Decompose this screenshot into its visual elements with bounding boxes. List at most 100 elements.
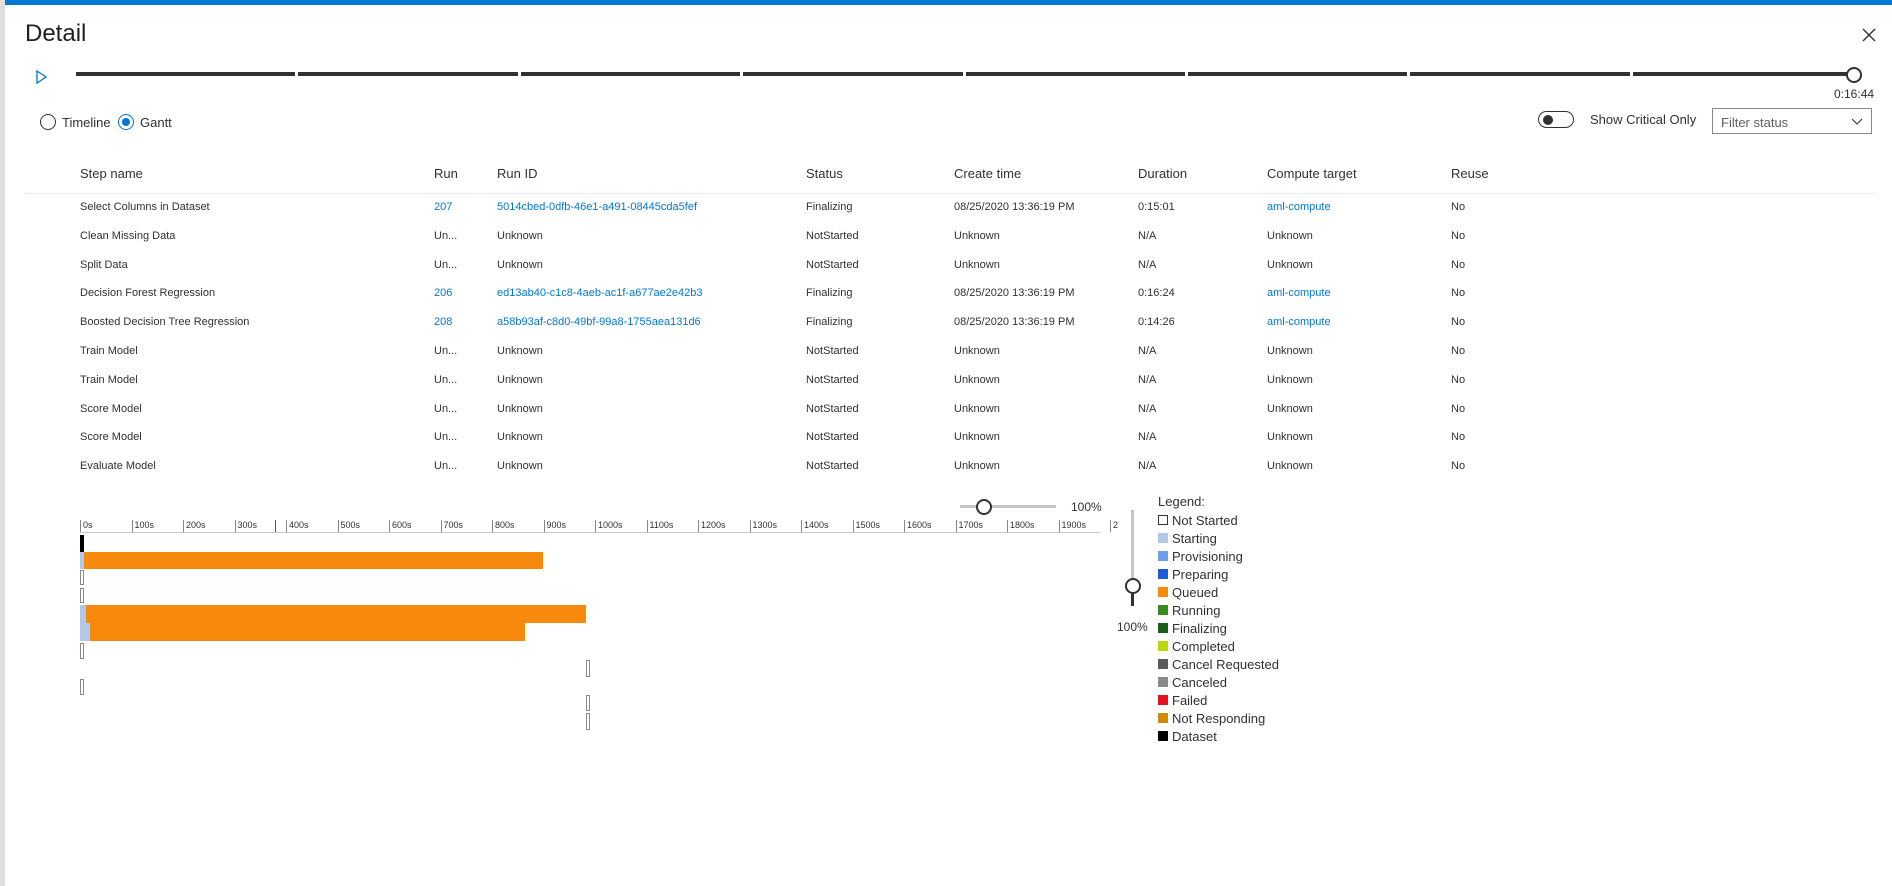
reuse-cell: No [1451, 287, 1466, 300]
playback-timeline-thumb[interactable] [1846, 67, 1862, 83]
legend-swatch [1158, 515, 1168, 525]
gantt-axis-tick: 800s [492, 520, 515, 532]
col-header-step-name[interactable]: Step name [80, 166, 143, 181]
reuse-cell: No [1451, 460, 1466, 473]
playback-track-segment[interactable] [1187, 72, 1408, 76]
run-id-cell: Unknown [497, 402, 543, 415]
timeline-radio-circle[interactable] [40, 114, 56, 130]
vertical-zoom-thumb[interactable] [1125, 578, 1141, 594]
playback-track-segment[interactable] [520, 72, 741, 76]
legend-item: Finalizing [1158, 619, 1279, 637]
col-header-compute-target[interactable]: Compute target [1267, 166, 1357, 181]
gantt-bar[interactable] [80, 643, 84, 659]
col-header-reuse[interactable]: Reuse [1451, 166, 1489, 181]
gantt-radio[interactable]: Gantt [118, 114, 172, 130]
duration-cell: N/A [1138, 402, 1157, 415]
gantt-bar[interactable] [86, 605, 586, 623]
compute-target-cell: Unknown [1267, 229, 1313, 242]
gantt-bar[interactable] [90, 623, 525, 641]
run-cell: Un... [434, 345, 458, 357]
compute-target-cell[interactable]: aml-compute [1267, 201, 1331, 213]
run-id-cell: Unknown [497, 258, 543, 271]
run-cell[interactable]: 207 [434, 201, 452, 213]
legend-label: Cancel Requested [1172, 656, 1279, 672]
col-header-create-time[interactable]: Create time [954, 166, 1021, 181]
duration-cell: 0:14:26 [1138, 316, 1175, 329]
legend-swatch [1158, 569, 1168, 579]
gantt-radio-circle[interactable] [118, 114, 134, 130]
critical-only-label: Show Critical Only [1590, 112, 1697, 127]
legend-label: Failed [1172, 692, 1208, 708]
timeline-radio[interactable]: Timeline [40, 114, 111, 130]
step-name-cell: Score Model [80, 402, 142, 415]
compute-target-cell: Unknown [1267, 431, 1313, 444]
status-cell: Finalizing [806, 316, 853, 329]
step-name-cell: Clean Missing Data [80, 229, 176, 242]
legend-label: Finalizing [1172, 620, 1227, 636]
legend-swatch [1158, 605, 1168, 615]
playback-track-segment[interactable] [298, 72, 518, 76]
gantt-axis-tick: 300s [234, 520, 257, 532]
gantt-bar[interactable] [80, 570, 84, 585]
gantt-axis-tick: 400s [286, 520, 309, 532]
run-id-cell[interactable]: ed13ab40-c1c8-4aeb-ac1f-a677ae2e42b3 [497, 287, 703, 299]
status-cell: NotStarted [806, 402, 859, 415]
legend-swatch [1158, 659, 1168, 669]
playback-track-segment[interactable] [1632, 72, 1852, 76]
step-name-cell: Boosted Decision Tree Regression [80, 316, 250, 329]
gantt-bar[interactable] [586, 660, 590, 677]
compute-target-cell: Unknown [1267, 373, 1313, 386]
filter-status-dropdown[interactable]: Filter status [1712, 108, 1872, 134]
horizontal-zoom-track[interactable] [960, 505, 1056, 508]
reuse-cell: No [1451, 258, 1466, 271]
legend-label: Running [1172, 602, 1221, 618]
window-top-bar [0, 0, 1892, 5]
duration-cell: N/A [1138, 258, 1157, 271]
playback-track-segment[interactable] [1410, 72, 1630, 76]
gantt-bar[interactable] [586, 713, 590, 730]
run-id-cell: Unknown [497, 460, 543, 473]
col-header-status[interactable]: Status [806, 166, 843, 181]
col-header-duration[interactable]: Duration [1138, 166, 1187, 181]
gantt-axis-tick: 1600s [904, 520, 932, 532]
reuse-cell: No [1451, 402, 1466, 415]
gantt-bar[interactable] [80, 535, 84, 552]
duration-cell: N/A [1138, 431, 1157, 444]
run-id-cell[interactable]: a58b93af-c8d0-49bf-99a8-1755aea131d6 [497, 316, 701, 328]
gantt-axis-tick: 100s [131, 520, 154, 532]
status-cell: NotStarted [806, 431, 859, 444]
compute-target-cell[interactable]: aml-compute [1267, 287, 1331, 299]
play-icon[interactable] [33, 69, 49, 85]
step-name-cell: Split Data [80, 258, 128, 271]
gantt-bar[interactable] [80, 623, 90, 641]
duration-cell: N/A [1138, 229, 1157, 242]
gantt-bar[interactable] [586, 695, 590, 711]
run-id-cell[interactable]: 5014cbed-0dfb-46e1-a491-08445cda5fef [497, 201, 697, 213]
compute-target-cell[interactable]: aml-compute [1267, 316, 1331, 328]
legend-swatch [1158, 677, 1168, 687]
col-header-run[interactable]: Run [434, 166, 458, 181]
gantt-axis-tick: 1400s [801, 520, 829, 532]
run-cell[interactable]: 208 [434, 316, 452, 328]
reuse-cell: No [1451, 373, 1466, 386]
gantt-bar[interactable] [80, 679, 84, 695]
run-cell[interactable]: 206 [434, 287, 452, 299]
playback-track-segment[interactable] [76, 72, 296, 76]
close-icon[interactable] [1858, 24, 1880, 46]
playback-track-segment[interactable] [743, 72, 963, 76]
legend-label: Not Started [1172, 512, 1238, 528]
legend-label: Completed [1172, 638, 1235, 654]
legend-item: Dataset [1158, 727, 1279, 745]
legend-label: Queued [1172, 584, 1219, 600]
gantt-bar[interactable] [84, 552, 543, 569]
legend-swatch [1158, 695, 1168, 705]
gantt-axis-tick: 1500s [852, 520, 880, 532]
status-cell: NotStarted [806, 229, 859, 242]
window-left-edge [0, 0, 5, 886]
legend-swatch [1158, 533, 1168, 543]
gantt-bar[interactable] [80, 588, 84, 603]
horizontal-zoom-thumb[interactable] [976, 499, 992, 515]
critical-only-toggle[interactable] [1538, 111, 1574, 128]
playback-track-segment[interactable] [965, 72, 1185, 76]
col-header-run-id[interactable]: Run ID [497, 166, 537, 181]
